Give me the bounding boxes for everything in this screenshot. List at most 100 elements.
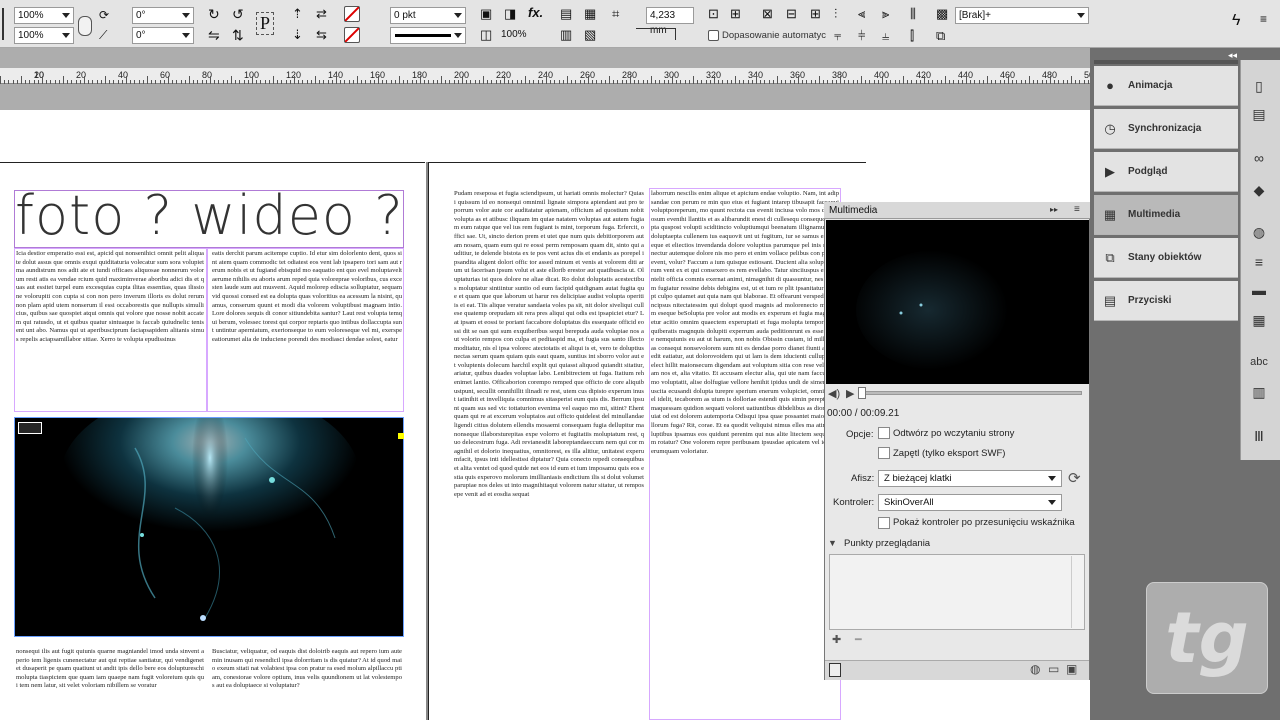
autofit-checkbox[interactable] [708,30,719,41]
scale-y-field[interactable]: 100% [14,27,74,44]
scrubber[interactable] [860,391,1082,395]
reference-point-icon[interactable] [2,8,10,40]
panel-expand-icon[interactable]: ▸▸ [1050,205,1058,214]
content-fill-icon[interactable]: ⊞ [810,6,821,22]
play-icon[interactable]: ▶ [846,387,854,400]
fill-frame-icon[interactable]: ⊠ [762,6,773,22]
opacity-icon[interactable]: ◫ [480,27,492,43]
rotate-icon[interactable]: ⟳ [99,8,109,22]
media-file-icon[interactable] [829,663,841,677]
ruler-tick [420,76,421,84]
quick-apply-icon[interactable]: ⧉ [936,28,945,44]
nav-points-toggle-icon[interactable]: ▼ [828,538,837,548]
align-bottom-icon[interactable]: ⫨ [882,28,889,44]
table-icon[interactable]: ▦ [1248,310,1270,330]
anchor-point[interactable] [398,433,404,439]
fill-swatch-icon[interactable] [344,6,360,22]
panel-item-object-states[interactable]: ⧉ Stany obiektów [1094,238,1238,278]
align-top-icon[interactable]: ⫧ [834,28,841,44]
scrubber-handle[interactable] [858,387,866,399]
stroke-swatch-icon[interactable] [344,27,360,43]
fit-frame-icon[interactable]: ⊞ [730,6,741,22]
rotation-angle-field[interactable]: 0° [132,7,194,24]
rotate-ccw-icon[interactable]: ↺ [232,6,244,23]
constrain-proportions-icon[interactable] [78,16,92,36]
fx-icon[interactable]: fx. [528,5,543,20]
pages-icon[interactable]: ▯ [1248,76,1270,96]
align-right-icon[interactable]: ⫸ [882,6,889,22]
scale-x-field[interactable]: 100% [14,7,74,24]
select-container-icon[interactable]: ⇡ [292,6,303,22]
fit-icon[interactable]: ▧ [584,27,596,43]
fit-content-icon[interactable]: ⊡ [708,6,719,22]
remove-nav-point-icon[interactable]: ━ [855,633,862,646]
play-on-load-checkbox[interactable] [878,427,890,439]
show-controller-checkbox[interactable] [878,517,890,529]
text-column-2-bottom[interactable]: Busciatur, veliquatur, od eaquis dist do… [212,648,402,720]
select-next-icon[interactable]: ⇆ [316,27,327,43]
align-hcenter-icon[interactable]: ⫷ [858,6,865,22]
gradient-icon[interactable]: ▬ [1248,280,1270,300]
controller-select[interactable]: SkinOverAll [878,494,1062,511]
opacity-field[interactable]: 100% [498,27,546,44]
flip-v-icon[interactable]: ⇅ [232,27,244,44]
spellcheck-icon[interactable]: abc [1248,352,1270,372]
loop-checkbox[interactable] [878,447,890,459]
distribute-icon[interactable]: ⫼ [910,6,916,22]
stack-icon[interactable]: ◆ [1248,180,1270,200]
stroke-icon[interactable]: ≡ [1248,252,1270,272]
poster-label: Afisz: [851,473,875,484]
stroke-weight-field[interactable]: 0 pkt [390,7,466,24]
align-vcenter-icon[interactable]: ⫩ [858,28,865,44]
book-icon[interactable]: ▥ [1248,382,1270,402]
volume-icon[interactable]: ◀) [828,387,840,400]
stroke-type-field[interactable] [390,27,466,44]
rotate-cw-icon[interactable]: ↻ [208,6,220,23]
headline[interactable]: foto ? wideo ? [15,186,403,248]
refresh-icon[interactable]: ⟳ [1068,469,1081,487]
shear-angle-field[interactable]: 0° [132,27,194,44]
lightning-icon[interactable]: ϟ [1232,12,1240,30]
corner-shape-icon[interactable] [636,28,676,40]
globe-icon[interactable]: ◍ [1030,662,1040,676]
flip-h-icon[interactable]: ⇋ [208,27,220,44]
nav-points-list[interactable] [829,554,1085,630]
size-field[interactable]: 4,233 mm [646,7,694,36]
select-content-icon[interactable]: ⇣ [292,27,303,43]
panel-item-label: Multimedia [1128,209,1181,220]
text-wrap-icon[interactable]: ▤ [560,6,572,22]
align-left-icon[interactable]: ⫶ [834,6,837,22]
select-prev-icon[interactable]: ⇄ [316,6,327,22]
library-icon[interactable]: Ⅲ [1248,426,1270,446]
panel-menu-icon[interactable]: ≡ [1260,12,1267,26]
center-content-icon[interactable]: ⊟ [786,6,797,22]
panel-item-preview[interactable]: ▶ Podgląd [1094,152,1238,192]
shear-icon[interactable]: ⟋ [99,28,107,43]
object-style-field[interactable]: [Brak]+ [955,7,1089,24]
ruler-tick [105,76,106,84]
align-center-icon[interactable]: ▦ [584,6,596,22]
corner-icon[interactable]: ⌗ [612,6,619,22]
text-flip-icon[interactable]: P [256,12,275,35]
panel-options-icon[interactable]: ≡ [1074,204,1080,215]
poster-select[interactable]: Z bieżącej klatki [878,470,1062,487]
object-style-icon[interactable]: ▩ [936,6,948,22]
layers-icon[interactable]: ▤ [1248,104,1270,124]
links-icon[interactable]: ∞ [1248,148,1270,168]
add-nav-point-icon[interactable]: ✚ [832,633,841,646]
panel-item-timing[interactable]: ◷ Synchronizacja [1094,109,1238,149]
export-icon[interactable]: ▣ [1066,662,1077,676]
panel-item-animation[interactable]: ● Animacja [1094,66,1238,106]
distribute2-icon[interactable]: ⫿ [910,28,914,44]
drop-shadow-icon[interactable]: ◨ [504,6,516,22]
new-icon[interactable]: ▭ [1048,662,1059,676]
nav-list-scrollbar[interactable] [1071,556,1083,628]
text-column-3[interactable]: Pudam reseposa et fugia sciendipsum, ut … [454,190,644,720]
panel-item-multimedia[interactable]: ▦ Multimedia [1094,195,1238,235]
swatches-icon[interactable]: ◍ [1248,222,1270,242]
frame-effects-icon[interactable]: ▣ [480,6,492,22]
ruler-tick [42,76,43,84]
text-frame-icon[interactable]: ▥ [560,27,572,43]
panel-item-buttons[interactable]: ▤ Przyciski [1094,281,1238,321]
text-column-1-bottom[interactable]: nonsequi ilis aut fugit quiunis quarne m… [16,648,204,720]
